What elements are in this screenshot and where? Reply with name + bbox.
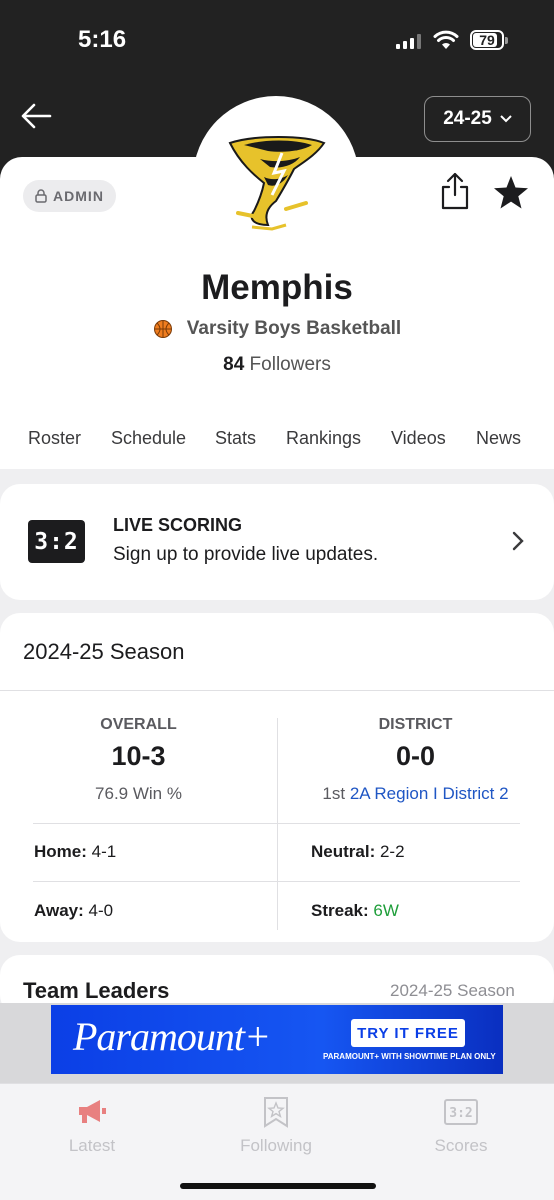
team-subtitle: Varsity Boys Basketball	[0, 318, 554, 340]
overall-label: OVERALL	[100, 716, 177, 733]
home-record: Home: 4-1	[34, 842, 117, 861]
ad-brand: Paramount+	[73, 1014, 271, 1059]
scoreboard-icon: 3:2	[444, 1099, 478, 1125]
district-label: DISTRICT	[378, 716, 453, 733]
divider	[0, 690, 554, 691]
lock-icon	[35, 189, 47, 203]
battery-icon: 79	[470, 30, 508, 50]
tab-videos[interactable]: Videos	[391, 428, 446, 449]
streak-record: Streak: 6W	[311, 901, 399, 920]
bookmark-star-icon	[264, 1097, 288, 1128]
district-rank: 1st 2A Region I District 2	[277, 784, 554, 804]
overall-win-pct: 76.9 Win %	[95, 784, 182, 803]
nav-following-label: Following	[240, 1136, 312, 1155]
team-leaders-title: Team Leaders	[23, 978, 170, 1003]
nav-scores[interactable]: 3:2 Scores	[396, 1094, 526, 1156]
season-title: 2024-25 Season	[23, 639, 185, 664]
team-name: Memphis	[201, 268, 353, 307]
nav-latest-label: Latest	[68, 1136, 116, 1155]
chevron-right-icon	[512, 531, 524, 551]
paramount-ad-banner[interactable]: Paramount+ TRY IT FREE PARAMOUNT+ WITH S…	[51, 1005, 503, 1074]
divider	[33, 823, 520, 824]
ad-fine-print: PARAMOUNT+ WITH SHOWTIME PLAN ONLY	[323, 1052, 496, 1061]
favorite-button[interactable]	[493, 175, 529, 211]
followers-count[interactable]: 84 Followers	[0, 354, 554, 376]
wifi-icon	[433, 30, 459, 49]
admin-badge-label: ADMIN	[53, 188, 104, 204]
svg-text:3:2: 3:2	[449, 1106, 472, 1121]
live-scoring-description: Sign up to provide live updates.	[113, 544, 379, 565]
divider	[33, 881, 520, 882]
ad-cta-button[interactable]: TRY IT FREE	[351, 1019, 465, 1047]
team-level-label: Varsity Boys Basketball	[186, 318, 402, 339]
season-selector-label: 24-25	[443, 108, 492, 129]
district-link[interactable]: 2A Region I District 2	[350, 784, 509, 803]
tab-roster[interactable]: Roster	[28, 428, 81, 449]
live-scoring-title: LIVE SCORING	[113, 515, 243, 535]
neutral-record: Neutral: 2-2	[311, 842, 405, 861]
home-indicator	[180, 1183, 376, 1189]
arrow-left-icon	[21, 103, 52, 129]
admin-badge: ADMIN	[23, 180, 116, 212]
basketball-icon	[153, 320, 172, 338]
share-button[interactable]	[440, 172, 470, 210]
nav-scores-label: Scores	[434, 1136, 488, 1155]
chevron-down-icon	[500, 115, 512, 123]
nav-following[interactable]: Following	[211, 1094, 341, 1156]
tab-schedule[interactable]: Schedule	[111, 428, 186, 449]
tab-stats[interactable]: Stats	[215, 428, 256, 449]
megaphone-icon	[79, 1100, 106, 1123]
team-leaders-season: 2024-25 Season	[390, 981, 515, 1000]
district-record: 0-0	[395, 741, 436, 771]
back-button[interactable]	[20, 98, 60, 134]
tab-news[interactable]: News	[476, 428, 521, 449]
district-rank-value: 1st	[322, 784, 346, 803]
nav-latest[interactable]: Latest	[27, 1094, 157, 1156]
team-logo-tornado	[228, 136, 326, 231]
away-record: Away: 4-0	[34, 901, 114, 920]
tab-rankings[interactable]: Rankings	[286, 428, 361, 449]
share-icon	[441, 172, 469, 210]
status-time: 5:16	[78, 26, 127, 53]
scoreboard-icon: 3:2	[28, 520, 85, 563]
followers-label: Followers	[249, 354, 331, 375]
season-selector[interactable]: 24-25	[424, 96, 531, 142]
cellular-signal-icon	[396, 34, 421, 49]
star-icon	[494, 176, 528, 209]
overall-record: 10-3	[111, 741, 166, 771]
followers-number: 84	[223, 354, 245, 375]
